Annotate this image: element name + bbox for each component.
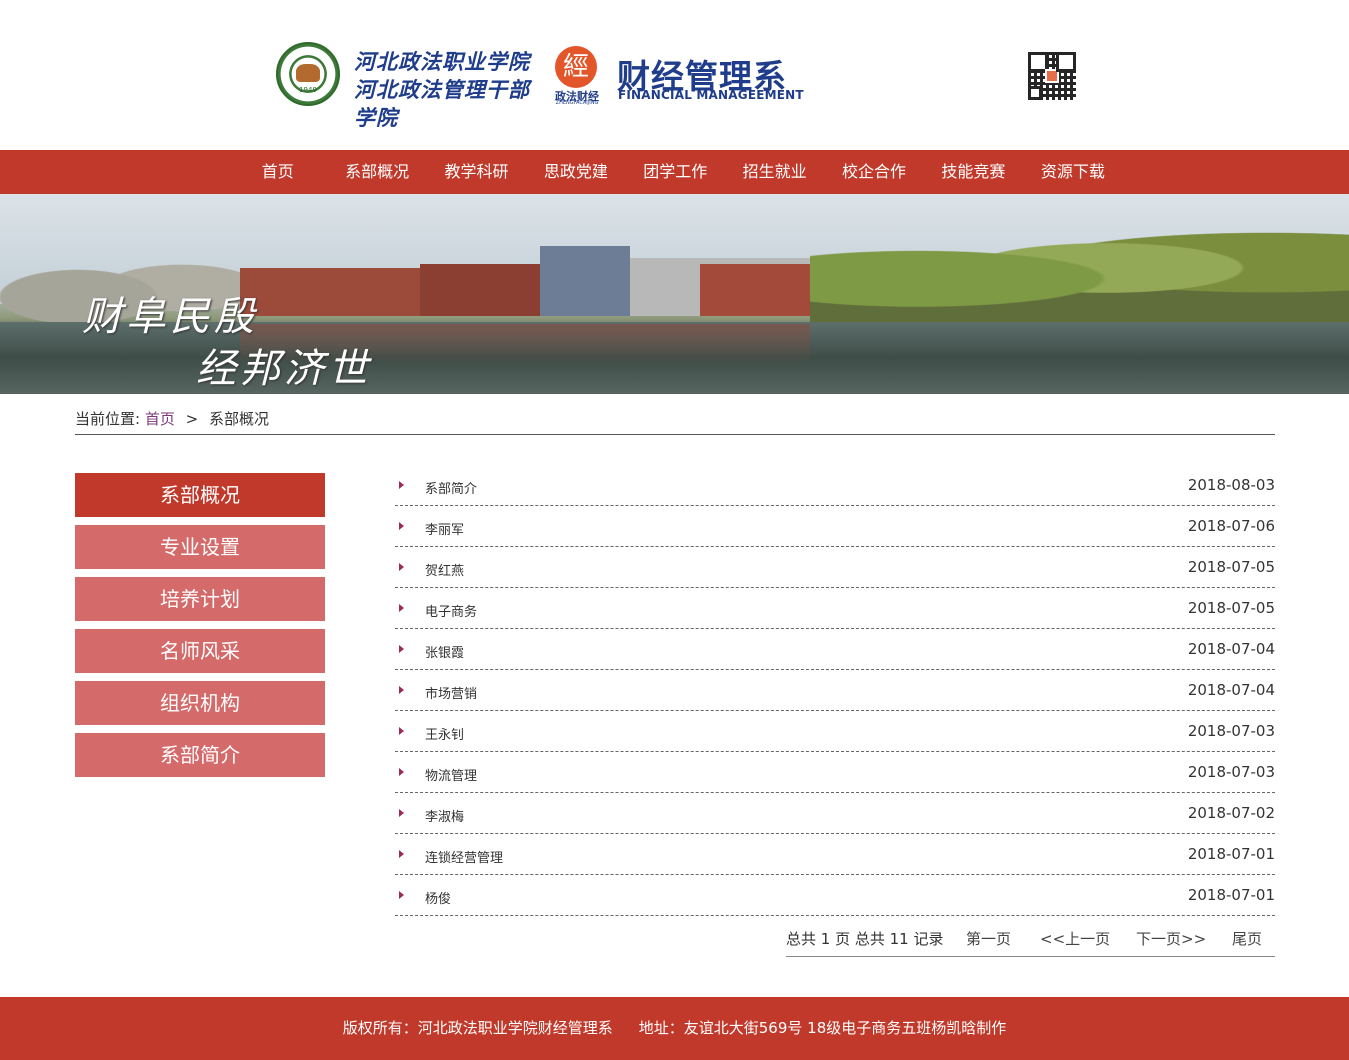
list-item-title[interactable]: 贺红燕 bbox=[425, 560, 464, 579]
bullet-arrow-icon bbox=[399, 522, 404, 530]
qr-center-mark bbox=[1045, 69, 1059, 83]
sidebar-item-organization[interactable]: 组织机构 bbox=[75, 681, 325, 725]
list-item: 杨俊 2018-07-01 bbox=[395, 875, 1275, 916]
pagination-first-link[interactable]: 第一页 bbox=[966, 928, 1011, 949]
breadcrumb-label: 当前位置: bbox=[75, 410, 141, 428]
pagination-prev-link[interactable]: <<上一页 bbox=[1040, 928, 1110, 949]
list-item-title[interactable]: 连锁经营管理 bbox=[425, 847, 503, 866]
list-item-title[interactable]: 杨俊 bbox=[425, 888, 451, 907]
bullet-arrow-icon bbox=[399, 727, 404, 735]
breadcrumb: 当前位置: 首页 > 系部概况 bbox=[75, 408, 1275, 435]
pagination: 总共 1 页 总共 11 记录 第一页 <<上一页 下一页>> 尾页 bbox=[786, 916, 1275, 957]
nav-home[interactable]: 首页 bbox=[228, 150, 327, 194]
nav-items: 首页 系部概况 教学科研 思政党建 团学工作 招生就业 校企合作 技能竞赛 资源… bbox=[228, 150, 1123, 194]
list-item: 贺红燕 2018-07-05 bbox=[395, 547, 1275, 588]
footer-copyright: 版权所有：河北政法职业学院财经管理系 bbox=[342, 1019, 613, 1037]
banner-slogan-2: 经邦济世 bbox=[196, 346, 372, 392]
nav-downloads[interactable]: 资源下载 bbox=[1023, 150, 1122, 194]
main-nav: 首页 系部概况 教学科研 思政党建 团学工作 招生就业 校企合作 技能竞赛 资源… bbox=[0, 150, 1349, 194]
list-item-date: 2018-07-04 bbox=[1187, 640, 1275, 658]
list-item-date: 2018-07-04 bbox=[1187, 681, 1275, 699]
bullet-arrow-icon bbox=[399, 563, 404, 571]
list-item: 王永钊 2018-07-03 bbox=[395, 711, 1275, 752]
site-header: 1949 河北政法职业学院 河北政法管理干部学院 經 政法财经 ZHENGFAC… bbox=[0, 0, 1349, 150]
list-item-date: 2018-07-05 bbox=[1187, 599, 1275, 617]
school-name-1: 河北政法职业学院 bbox=[354, 49, 530, 74]
list-item-date: 2018-07-06 bbox=[1187, 517, 1275, 535]
list-item: 连锁经营管理 2018-07-01 bbox=[395, 834, 1275, 875]
campus-banner: 财阜民殷 经邦济世 bbox=[0, 194, 1349, 394]
banner-slogan-1: 财阜民殷 bbox=[82, 294, 258, 340]
dept-title-en: FINANCIAL MANAGEEMENT bbox=[618, 88, 804, 102]
sidebar-item-intro[interactable]: 系部简介 bbox=[75, 733, 325, 777]
nav-party-building[interactable]: 思政党建 bbox=[526, 150, 625, 194]
nav-overview[interactable]: 系部概况 bbox=[327, 150, 426, 194]
site-footer: 版权所有：河北政法职业学院财经管理系 地址：友谊北大街569号 18级电子商务五班… bbox=[0, 997, 1349, 1060]
list-item-date: 2018-08-03 bbox=[1187, 476, 1275, 494]
list-item-date: 2018-07-01 bbox=[1187, 845, 1275, 863]
seal-year: 1949 bbox=[299, 86, 317, 94]
college-seal-logo: 1949 bbox=[276, 42, 340, 106]
bullet-arrow-icon bbox=[399, 604, 404, 612]
bullet-arrow-icon bbox=[399, 481, 404, 489]
list-item: 张银霞 2018-07-04 bbox=[395, 629, 1275, 670]
article-list: 系部简介 2018-08-03 李丽军 2018-07-06 贺红燕 2018-07-… bbox=[395, 465, 1275, 916]
sidebar-item-training-plan[interactable]: 培养计划 bbox=[75, 577, 325, 621]
pagination-next-link[interactable]: 下一页>> bbox=[1136, 928, 1206, 949]
breadcrumb-separator: > bbox=[185, 410, 199, 428]
bullet-arrow-icon bbox=[399, 645, 404, 653]
nav-competition[interactable]: 技能竞赛 bbox=[924, 150, 1023, 194]
list-item: 李丽军 2018-07-06 bbox=[395, 506, 1275, 547]
list-item-title[interactable]: 王永钊 bbox=[425, 724, 464, 743]
nav-teaching-research[interactable]: 教学科研 bbox=[427, 150, 526, 194]
list-item: 物流管理 2018-07-03 bbox=[395, 752, 1275, 793]
qr-code-icon bbox=[1028, 52, 1076, 100]
nav-admissions[interactable]: 招生就业 bbox=[725, 150, 824, 194]
bullet-arrow-icon bbox=[399, 768, 404, 776]
list-item-title[interactable]: 电子商务 bbox=[425, 601, 477, 620]
banner-building bbox=[240, 268, 420, 316]
sidebar-item-overview[interactable]: 系部概况 bbox=[75, 473, 325, 517]
sidebar-item-majors[interactable]: 专业设置 bbox=[75, 525, 325, 569]
banner-building bbox=[540, 246, 630, 316]
list-item-title[interactable]: 系部简介 bbox=[425, 478, 477, 497]
bullet-arrow-icon bbox=[399, 809, 404, 817]
pagination-last-link[interactable]: 尾页 bbox=[1232, 928, 1262, 949]
nav-student-work[interactable]: 团学工作 bbox=[626, 150, 725, 194]
list-item-date: 2018-07-03 bbox=[1187, 763, 1275, 781]
list-item-date: 2018-07-05 bbox=[1187, 558, 1275, 576]
bullet-arrow-icon bbox=[399, 686, 404, 694]
list-item-title[interactable]: 李淑梅 bbox=[425, 806, 464, 825]
list-item-date: 2018-07-03 bbox=[1187, 722, 1275, 740]
bullet-arrow-icon bbox=[399, 850, 404, 858]
footer-address: 地址：友谊北大街569号 18级电子商务五班杨凯晗制作 bbox=[638, 1019, 1007, 1037]
banner-building bbox=[700, 264, 810, 316]
list-item-date: 2018-07-01 bbox=[1187, 886, 1275, 904]
list-item-title[interactable]: 李丽军 bbox=[425, 519, 464, 538]
seal-emblem-icon bbox=[296, 64, 320, 82]
list-item: 系部简介 2018-08-03 bbox=[395, 465, 1275, 506]
badge-caption-en: ZHENGFACAIJING bbox=[555, 100, 599, 106]
list-item-date: 2018-07-02 bbox=[1187, 804, 1275, 822]
pagination-summary: 总共 1 页 总共 11 记录 bbox=[786, 930, 944, 948]
banner-building bbox=[420, 264, 540, 316]
list-item: 李淑梅 2018-07-02 bbox=[395, 793, 1275, 834]
sidebar-item-teachers[interactable]: 名师风采 bbox=[75, 629, 325, 673]
breadcrumb-home-link[interactable]: 首页 bbox=[145, 410, 175, 428]
bullet-arrow-icon bbox=[399, 891, 404, 899]
list-item: 市场营销 2018-07-04 bbox=[395, 670, 1275, 711]
school-name-2: 河北政法管理干部学院 bbox=[354, 77, 530, 130]
list-item-title[interactable]: 张银霞 bbox=[425, 642, 464, 661]
list-item: 电子商务 2018-07-05 bbox=[395, 588, 1275, 629]
banner-trees bbox=[810, 214, 1349, 322]
qr-corner-mark bbox=[1028, 86, 1042, 100]
list-item-title[interactable]: 物流管理 bbox=[425, 765, 477, 784]
list-item-title[interactable]: 市场营销 bbox=[425, 683, 477, 702]
dept-badge-logo: 經 bbox=[555, 46, 597, 88]
nav-enterprise[interactable]: 校企合作 bbox=[824, 150, 923, 194]
school-name-calligraphy: 河北政法职业学院 河北政法管理干部学院 bbox=[354, 48, 544, 132]
breadcrumb-current: 系部概况 bbox=[209, 410, 270, 428]
sidebar: 系部概况 专业设置 培养计划 名师风采 组织机构 系部简介 bbox=[75, 473, 325, 785]
